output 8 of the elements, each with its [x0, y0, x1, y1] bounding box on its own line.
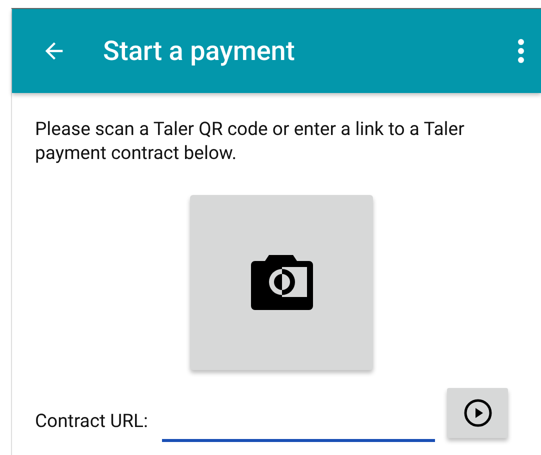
app-bar-title: Start a payment	[103, 35, 296, 67]
camera-icon	[250, 255, 312, 310]
play-circle-icon	[462, 398, 492, 428]
instruction-text: Please scan a Taler QR code or enter a link to a Taler payment contract below.	[35, 117, 466, 165]
contract-url-label: Contract URL:	[35, 410, 148, 432]
more-options-icon[interactable]	[517, 38, 525, 64]
submit-button[interactable]	[447, 388, 508, 438]
scan-qr-button[interactable]	[190, 195, 373, 370]
